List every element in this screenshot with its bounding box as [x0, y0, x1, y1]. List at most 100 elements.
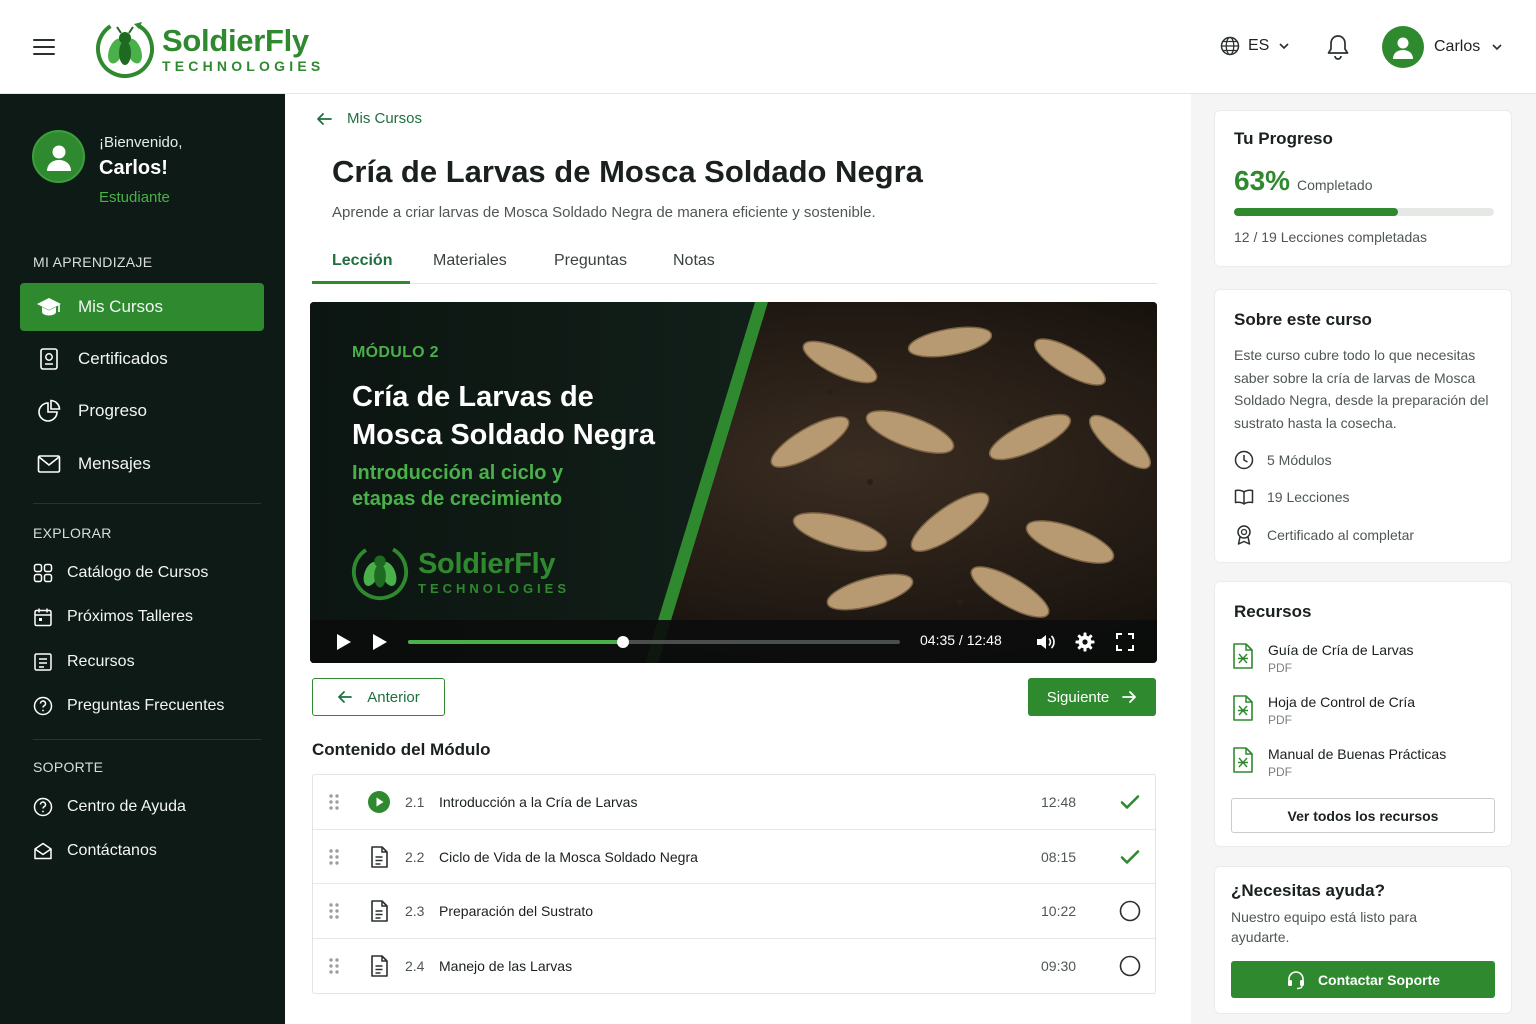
about-card: Sobre este curso Este curso cubre todo l…	[1214, 289, 1512, 563]
video-player[interactable]: MÓDULO 2 Cría de Larvas de Mosca Soldado…	[310, 302, 1157, 663]
section-label-explore: EXPLORAR	[33, 525, 112, 541]
lesson-row[interactable]: 2.1 Introducción a la Cría de Larvas 12:…	[313, 775, 1155, 830]
sidebar-item-recursos[interactable]: Recursos	[33, 652, 135, 672]
tab-materiales[interactable]: Materiales	[433, 252, 507, 270]
empty-circle-icon[interactable]	[1118, 899, 1142, 923]
grid-icon	[33, 563, 53, 583]
sidebar: ¡Bienvenido, Carlos! Estudiante MI APREN…	[0, 94, 285, 1024]
bell-icon[interactable]	[1325, 33, 1351, 61]
video-seek-bar[interactable]	[408, 636, 900, 648]
lesson-duration: 08:15	[1041, 848, 1077, 865]
avatar	[1382, 26, 1424, 68]
brand-name: SoldierFly	[162, 23, 309, 58]
sidebar-item-certificados[interactable]: Certificados	[20, 335, 264, 383]
lesson-number: 2.1	[405, 794, 425, 810]
sidebar-item-label: Mis Cursos	[78, 297, 164, 316]
brand-logo[interactable]: SoldierFly TECHNOLOGIES	[94, 18, 324, 80]
module-content-heading: Contenido del Módulo	[312, 740, 491, 759]
certificate-label: Certificado al completar	[1267, 527, 1415, 543]
play-icon[interactable]	[332, 631, 354, 653]
sidebar-item-faq[interactable]: Preguntas Frecuentes	[33, 696, 224, 716]
page-subtitle: Aprende a criar larvas de Mosca Soldado …	[332, 204, 876, 221]
lesson-row[interactable]: 2.2 Ciclo de Vida de la Mosca Soldado Ne…	[313, 830, 1155, 884]
tab-leccion[interactable]: Lección	[332, 252, 392, 270]
resources-icon	[33, 652, 53, 672]
video-controls: 04:35 / 12:48	[310, 620, 1157, 663]
sidebar-item-contactanos[interactable]: Contáctanos	[33, 841, 157, 861]
video-seek-handle[interactable]	[617, 636, 629, 648]
lesson-number: 2.2	[405, 848, 425, 865]
certificate-info: Certificado al completar	[1234, 525, 1414, 545]
volume-icon[interactable]	[1034, 631, 1056, 653]
award-icon	[1234, 525, 1254, 545]
sidebar-item-centro-ayuda[interactable]: Centro de Ayuda	[33, 797, 186, 817]
resource-type: PDF	[1268, 765, 1292, 779]
play-icon[interactable]	[368, 631, 390, 653]
lesson-title: Preparación del Sustrato	[439, 903, 594, 919]
brand-name: SoldierFly	[418, 547, 556, 580]
calendar-icon	[33, 607, 53, 627]
drag-handle-icon[interactable]	[327, 902, 341, 920]
tab-notas[interactable]: Notas	[673, 252, 715, 270]
video-seek-progress	[408, 640, 623, 644]
settings-gear-icon[interactable]	[1074, 631, 1096, 653]
tab-preguntas[interactable]: Preguntas	[554, 252, 627, 270]
sidebar-item-catalogo[interactable]: Catálogo de Cursos	[33, 563, 208, 583]
resource-title: Guía de Cría de Larvas	[1268, 642, 1414, 658]
next-label: Siguiente	[1046, 688, 1110, 706]
lesson-duration: 10:22	[1041, 903, 1077, 919]
drag-handle-icon[interactable]	[327, 848, 341, 866]
sidebar-item-progreso[interactable]: Progreso	[20, 387, 264, 435]
back-link[interactable]: Mis Cursos	[315, 110, 422, 127]
pdf-file-icon	[1231, 746, 1255, 774]
sidebar-item-mensajes[interactable]: Mensajes	[20, 440, 264, 488]
lesson-row[interactable]: 2.4 Manejo de las Larvas 09:30	[313, 939, 1155, 994]
video-module-label: MÓDULO 2	[352, 344, 439, 361]
lessons-completed-count: 12 / 19 Lecciones completadas	[1234, 229, 1428, 245]
help-title: ¿Necesitas ayuda?	[1231, 881, 1386, 900]
empty-circle-icon[interactable]	[1118, 954, 1142, 978]
contact-support-button[interactable]: Contactar Soporte	[1231, 961, 1495, 998]
resource-item[interactable]: Hoja de Control de Cría PDF	[1231, 694, 1415, 727]
section-label-support: SOPORTE	[33, 759, 104, 775]
pdf-file-icon	[1231, 694, 1255, 722]
view-all-resources-button[interactable]: Ver todos los recursos	[1231, 798, 1495, 833]
sidebar-item-mis-cursos[interactable]: Mis Cursos	[20, 283, 264, 331]
sidebar-divider	[33, 503, 261, 504]
lesson-number: 2.3	[405, 903, 425, 919]
fullscreen-icon[interactable]	[1114, 631, 1136, 653]
lesson-row[interactable]: 2.3 Preparación del Sustrato 10:22	[313, 884, 1155, 939]
envelope-open-icon	[33, 841, 53, 861]
sidebar-item-label: Centro de Ayuda	[67, 798, 186, 815]
about-title: Sobre este curso	[1234, 310, 1372, 329]
next-button[interactable]: Siguiente	[1028, 678, 1156, 716]
user-role: Estudiante	[99, 189, 170, 206]
lesson-title: Introducción a la Cría de Larvas	[439, 794, 638, 810]
graduation-cap-icon	[36, 294, 62, 320]
play-circle-icon	[367, 790, 391, 814]
contact-support-label: Contactar Soporte	[1317, 971, 1441, 988]
resource-item[interactable]: Guía de Cría de Larvas PDF	[1231, 642, 1414, 675]
lessons-count: 19 Lecciones	[1234, 487, 1350, 507]
sidebar-item-talleres[interactable]: Próximos Talleres	[33, 607, 193, 627]
resource-title: Manual de Buenas Prácticas	[1268, 746, 1447, 762]
document-icon	[367, 899, 391, 923]
drag-handle-icon[interactable]	[327, 793, 341, 811]
arrow-right-icon	[1121, 690, 1137, 704]
video-title: Cría de Larvas de Mosca Soldado Negra	[352, 381, 655, 451]
checkmark-icon	[1118, 845, 1142, 869]
progress-card: Tu Progreso 63% Completado 12 / 19 Lecci…	[1214, 110, 1512, 267]
language-selector[interactable]: ES	[1220, 36, 1291, 56]
drag-handle-icon[interactable]	[327, 957, 341, 975]
progress-percent: 63%	[1234, 165, 1291, 196]
sidebar-item-label: Mensajes	[78, 454, 151, 473]
resource-type: PDF	[1268, 661, 1292, 675]
resource-title: Hoja de Control de Cría	[1268, 694, 1416, 710]
user-menu[interactable]: Carlos	[1382, 26, 1504, 68]
sidebar-item-label: Progreso	[78, 401, 147, 420]
previous-button[interactable]: Anterior	[312, 678, 445, 716]
sidebar-item-label: Catálogo de Cursos	[67, 564, 209, 581]
hamburger-icon[interactable]	[30, 33, 58, 61]
resource-item[interactable]: Manual de Buenas Prácticas PDF	[1231, 746, 1446, 779]
resources-title: Recursos	[1234, 602, 1312, 621]
